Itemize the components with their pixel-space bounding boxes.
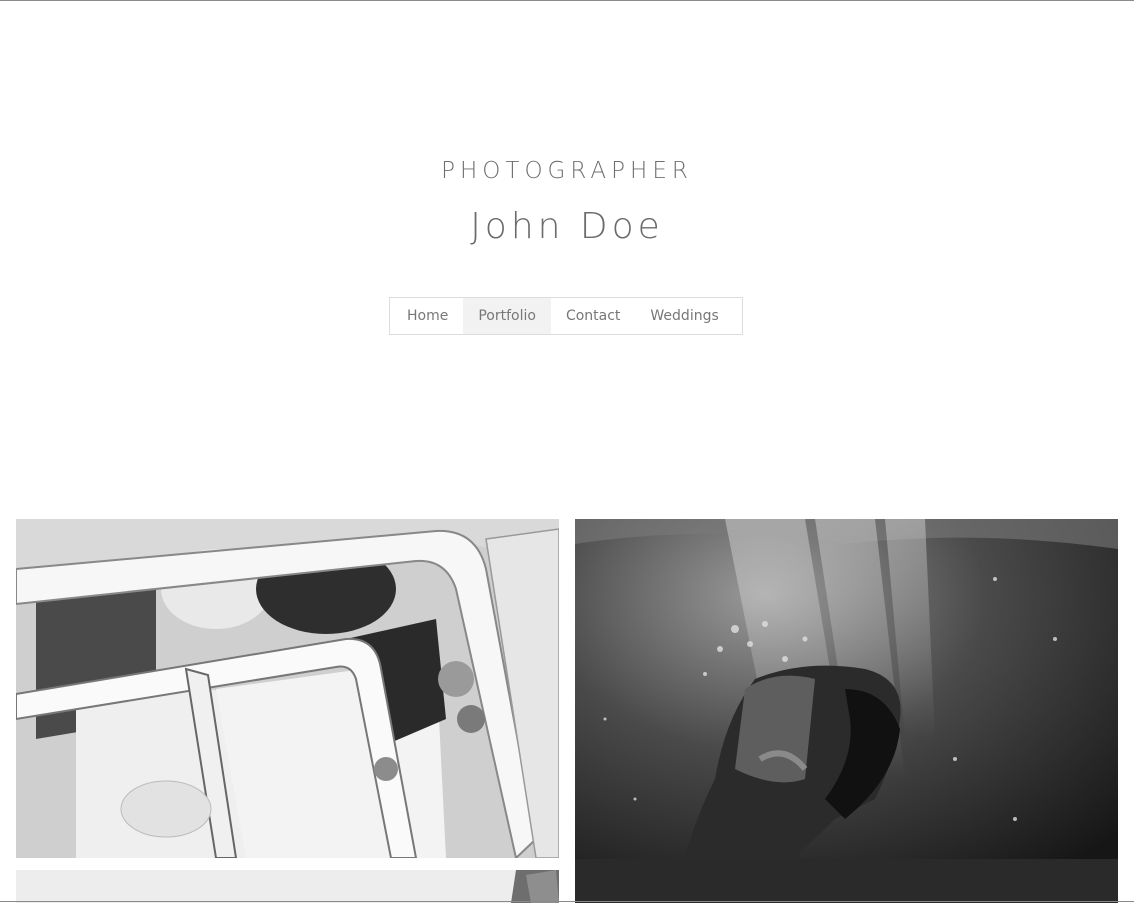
gallery-photo-underwater[interactable] <box>575 519 1118 903</box>
top-divider <box>0 0 1134 1</box>
gallery-photo-bride-car[interactable] <box>16 519 559 858</box>
nav-item-weddings[interactable]: Weddings <box>635 298 733 334</box>
site-title[interactable]: John Doe <box>0 206 1134 247</box>
nav-item-portfolio[interactable]: Portfolio <box>463 298 551 334</box>
partial-image <box>16 870 559 903</box>
bottom-divider <box>0 901 1134 902</box>
site-kicker: PHOTOGRAPHER <box>441 158 693 184</box>
bride-car-image <box>16 519 559 858</box>
main-navigation: Home Portfolio Contact Weddings <box>389 297 743 335</box>
nav-item-home[interactable]: Home <box>392 298 463 334</box>
gallery-photo-partial[interactable] <box>16 870 559 903</box>
underwater-image <box>575 519 1118 903</box>
nav-item-contact[interactable]: Contact <box>551 298 635 334</box>
